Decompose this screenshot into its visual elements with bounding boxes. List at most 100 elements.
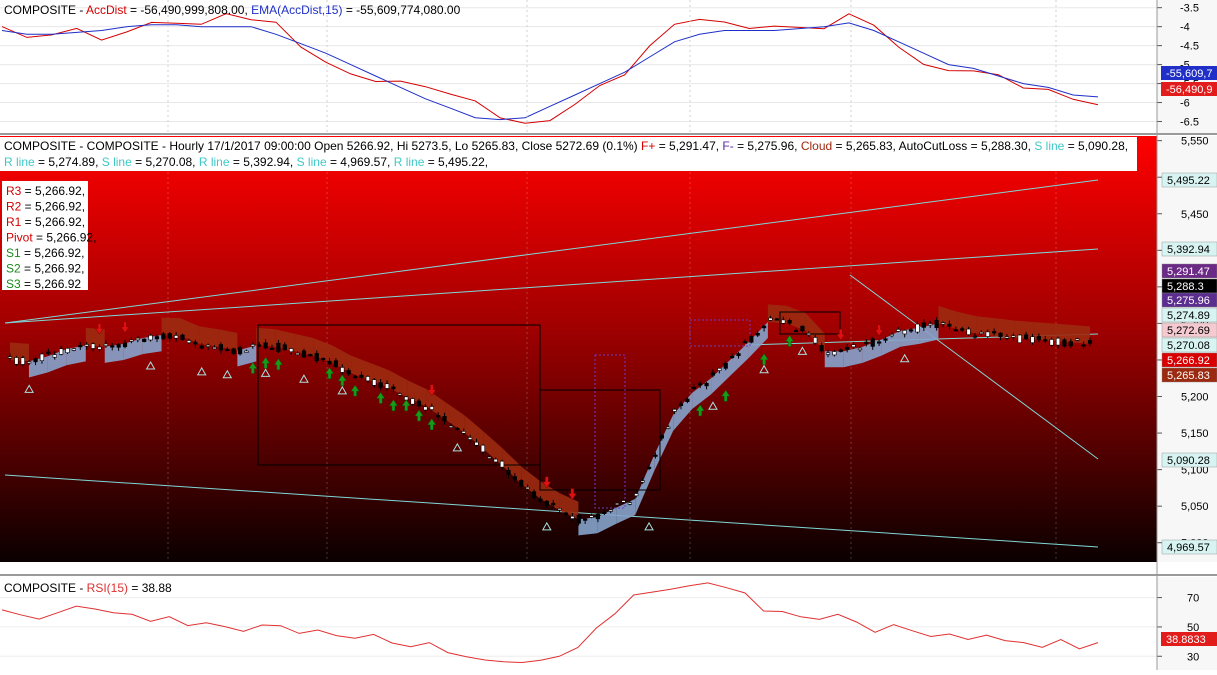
candle-body: [801, 326, 805, 331]
level-badge-text: 5,392.94: [1167, 244, 1210, 256]
candle-body: [315, 353, 319, 360]
price-header-line1: COMPOSITE - COMPOSITE - Hourly 17/1/2017…: [4, 139, 1128, 153]
candle-body: [935, 320, 939, 327]
candle-body: [660, 435, 664, 438]
candle-body: [206, 345, 210, 347]
candle-body: [245, 351, 249, 353]
candle-body: [456, 428, 460, 430]
price-tick-label: 5,450: [1181, 209, 1209, 221]
candle-body: [1063, 340, 1067, 346]
candle-body: [251, 344, 255, 346]
candle-body: [673, 409, 677, 411]
candle-body: [174, 335, 178, 338]
pivot-value: = 5,266.92,: [21, 246, 85, 260]
candle-body: [833, 352, 837, 355]
rsi-title: COMPOSITE - RSI(15) = 38.88: [4, 581, 172, 595]
candle-body: [641, 481, 645, 483]
price-tick-label: 5,050: [1181, 501, 1209, 513]
candle-body: [155, 337, 159, 339]
candle-body: [794, 330, 798, 332]
candle-body: [500, 461, 504, 467]
candle-body: [852, 345, 856, 347]
candle-body: [705, 383, 709, 386]
chart-window: COMPOSITE - AccDist = -56,490,999,808.00…: [0, 0, 1217, 670]
level-badge-text: 5,495.22: [1167, 175, 1210, 187]
pivot-row: S1 = 5,266.92,: [6, 246, 84, 260]
candle-body: [162, 334, 166, 339]
price-panel-bg: [0, 136, 1157, 562]
candle-body: [53, 355, 57, 358]
candle-body: [149, 335, 153, 340]
candle-body: [551, 503, 555, 505]
candle-body: [1018, 335, 1022, 343]
candle-body: [960, 329, 964, 331]
candle-body: [711, 373, 715, 376]
candle-body: [72, 349, 76, 351]
candle-body: [686, 399, 690, 402]
candle-body: [225, 349, 229, 351]
candle-body: [1082, 345, 1086, 347]
accdist-tick-label: -4: [1180, 22, 1190, 34]
candle-body: [15, 357, 19, 364]
candle-body: [270, 348, 274, 350]
candle-body: [980, 332, 984, 334]
candle-body: [66, 348, 70, 352]
candle-body: [647, 467, 651, 469]
bear-cloud-segment: [1052, 323, 1071, 342]
level-badge-text: 5,272.69: [1167, 325, 1210, 337]
candle-body: [941, 323, 945, 325]
accdist-panel-bg: [0, 0, 1157, 133]
candle-body: [462, 431, 466, 433]
candle-body: [283, 345, 287, 350]
candle-body: [321, 358, 325, 360]
candle-body: [341, 367, 345, 372]
pivot-row: R2 = 5,266.92,: [6, 200, 85, 214]
candle-body: [168, 333, 172, 338]
pivot-row: R3 = 5,266.92,: [6, 184, 85, 198]
pivot-label: R1: [6, 215, 22, 229]
level-badge-text: 4,969.57: [1167, 542, 1210, 554]
candle-body: [1056, 338, 1060, 345]
pivot-value: = 5,266.92,: [21, 262, 85, 276]
pivot-label: Pivot: [6, 231, 36, 245]
candle-body: [884, 339, 888, 341]
candle-body: [609, 510, 613, 512]
pivot-label: R2: [6, 200, 22, 214]
candle-body: [1043, 340, 1047, 342]
level-badge-text: 5,275.96: [1167, 295, 1210, 307]
price-tick-label: 5,200: [1181, 392, 1209, 404]
candle-body: [366, 376, 370, 380]
candle-body: [296, 353, 300, 355]
candle-body: [481, 445, 485, 452]
candle-body: [973, 336, 977, 338]
pivot-label: S3: [6, 277, 21, 291]
candle-body: [379, 383, 383, 388]
chart-canvas[interactable]: COMPOSITE - AccDist = -56,490,999,808.00…: [0, 0, 1217, 670]
candle-body: [890, 334, 894, 336]
candle-body: [436, 415, 440, 417]
candle-body: [417, 401, 421, 406]
candle-body: [47, 352, 51, 354]
bull-cloud-segment: [578, 517, 597, 535]
candle-body: [277, 343, 281, 351]
pivot-legend: R3 = 5,266.92,R2 = 5,266.92,R1 = 5,266.9…: [6, 184, 96, 291]
candle-body: [8, 357, 12, 359]
bear-cloud-segment: [162, 318, 181, 336]
candle-body: [34, 358, 38, 361]
candle-body: [1050, 339, 1054, 345]
candle-body: [443, 416, 447, 421]
bear-cloud-segment: [10, 342, 29, 361]
candle-body: [896, 329, 900, 331]
candle-body: [411, 399, 415, 405]
pivot-row: S2 = 5,266.92,: [6, 262, 84, 276]
candle-body: [1069, 342, 1073, 346]
candle-body: [756, 333, 760, 335]
candle-body: [213, 347, 217, 349]
candle-body: [571, 516, 575, 518]
candle-body: [1075, 339, 1079, 341]
candle-body: [807, 333, 811, 335]
candle-body: [737, 354, 741, 356]
pivot-label: S1: [6, 246, 21, 260]
candle-body: [583, 519, 587, 521]
candle-body: [871, 339, 875, 346]
